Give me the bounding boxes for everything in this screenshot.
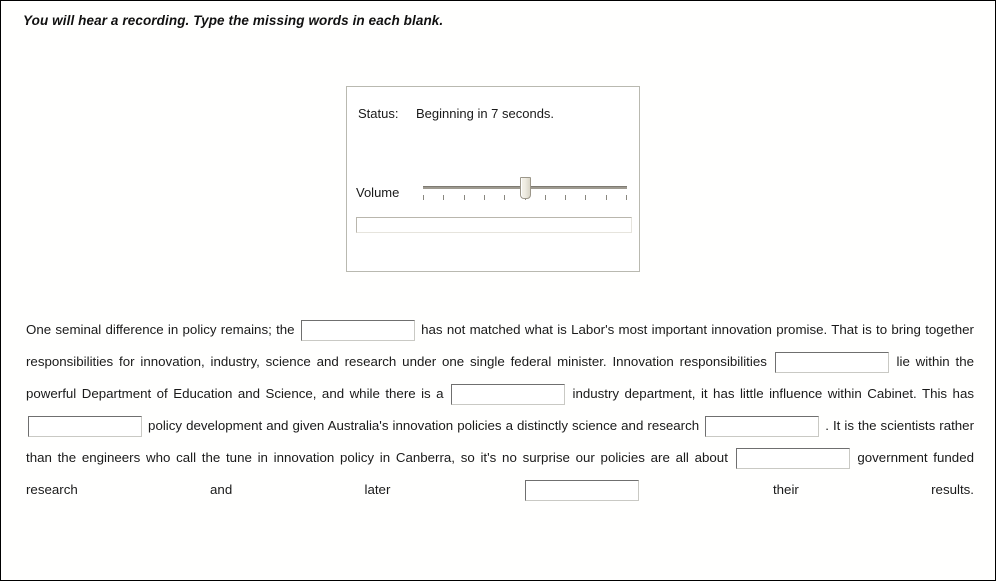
audio-player-panel: Status: Beginning in 7 seconds. Volume — [346, 86, 640, 272]
volume-tick — [565, 195, 566, 200]
passage-text: policy development and given Australia's… — [148, 418, 704, 433]
status-value: Beginning in 7 seconds. — [416, 106, 555, 121]
volume-tick — [606, 195, 607, 200]
volume-row: Volume — [356, 176, 632, 214]
volume-slider[interactable] — [420, 176, 628, 214]
player-status-row: Status: Beginning in 7 seconds. — [358, 106, 554, 121]
volume-tick — [423, 195, 424, 200]
volume-tick — [464, 195, 465, 200]
volume-tick — [484, 195, 485, 200]
status-label: Status: — [358, 106, 399, 121]
passage-text: industry department, it has little influ… — [572, 386, 974, 401]
volume-tick — [504, 195, 505, 200]
page-instruction: You will hear a recording. Type the miss… — [23, 13, 444, 28]
volume-slider-thumb[interactable] — [519, 177, 531, 199]
cloze-blank-input-4[interactable] — [28, 415, 142, 437]
passage-text: One seminal difference in policy remains… — [26, 322, 299, 337]
cloze-blank-input-7[interactable] — [524, 479, 639, 501]
cloze-blank-input-2[interactable] — [774, 351, 889, 373]
cloze-blank-input-1[interactable] — [300, 319, 415, 341]
cloze-passage: One seminal difference in policy remains… — [26, 314, 974, 538]
playback-progress-bar[interactable] — [356, 217, 632, 233]
page-root: You will hear a recording. Type the miss… — [0, 0, 996, 581]
cloze-blank-input-5[interactable] — [705, 415, 820, 437]
volume-tick — [545, 195, 546, 200]
passage-text: their results. — [772, 482, 974, 497]
volume-tick — [585, 195, 586, 200]
volume-tick — [443, 195, 444, 200]
cloze-blank-input-6[interactable] — [735, 447, 850, 469]
cloze-blank-input-3[interactable] — [451, 383, 566, 405]
volume-tick — [626, 195, 627, 200]
volume-label: Volume — [356, 185, 400, 200]
